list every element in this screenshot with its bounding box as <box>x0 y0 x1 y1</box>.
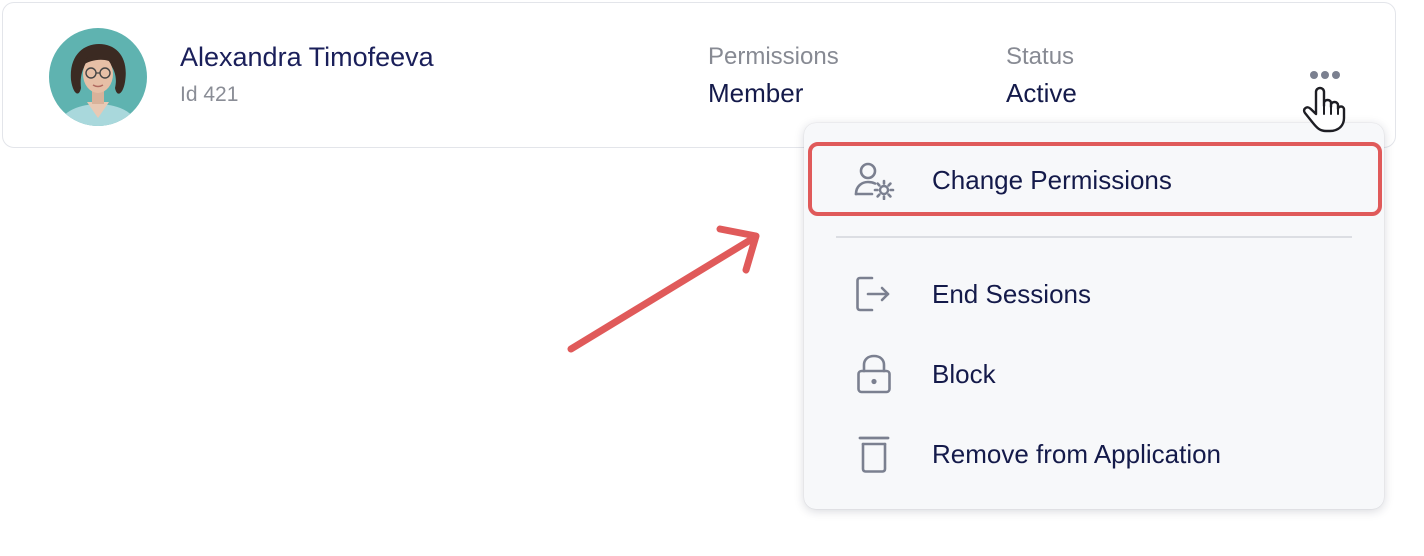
user-id: Id 421 <box>180 83 239 106</box>
more-dots-icon <box>1310 71 1340 79</box>
status-value: Active <box>1006 78 1077 108</box>
logout-icon <box>856 276 890 312</box>
user-name: Alexandra Timofeeva <box>180 42 434 72</box>
avatar <box>49 28 147 126</box>
menu-item-label: Remove from Application <box>932 439 1222 469</box>
lock-icon <box>857 354 891 394</box>
menu-item-remove-from-application[interactable]: Remove from Application <box>804 417 1384 491</box>
menu-item-label: Change Permissions <box>932 165 1172 195</box>
actions-dropdown-menu: Change Permissions End Sessions Block Re… <box>804 123 1384 509</box>
permissions-label: Permissions <box>708 43 839 70</box>
user-gear-icon <box>854 162 895 200</box>
menu-item-block[interactable]: Block <box>804 337 1384 411</box>
menu-divider <box>836 236 1352 238</box>
menu-item-change-permissions[interactable]: Change Permissions <box>804 143 1384 217</box>
menu-item-label: End Sessions <box>932 279 1091 309</box>
permissions-value: Member <box>708 78 804 108</box>
pointer-hand-cursor-icon <box>1302 86 1346 133</box>
trash-icon <box>858 436 890 473</box>
menu-item-end-sessions[interactable]: End Sessions <box>804 257 1384 331</box>
menu-item-label: Block <box>932 359 996 389</box>
status-label: Status <box>1006 43 1075 70</box>
